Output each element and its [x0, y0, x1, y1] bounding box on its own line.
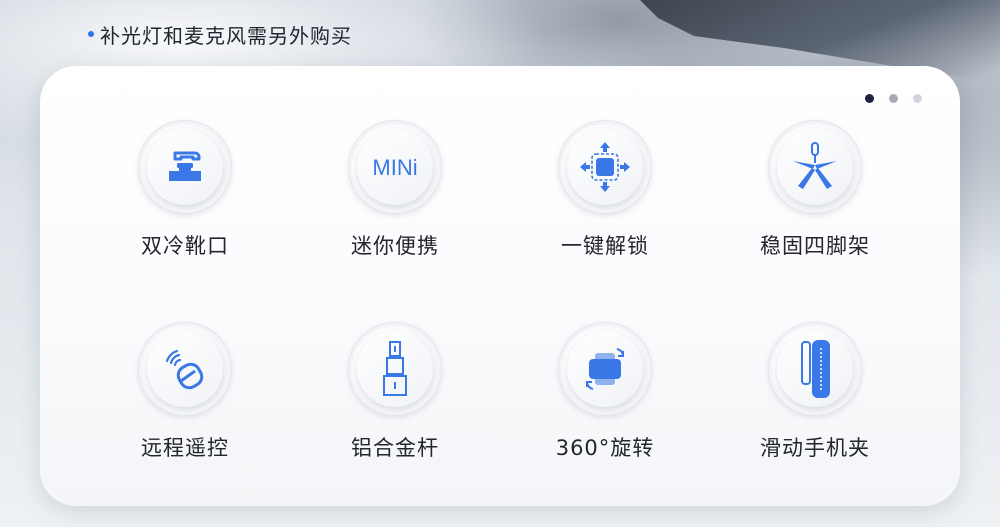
aluminum-pole-icon — [383, 341, 407, 396]
feature-label: 远程遥控 — [141, 436, 229, 460]
dual-cold-shoe-icon — [169, 151, 201, 181]
feature-label: 铝合金杆 — [351, 436, 439, 460]
feature-sliding-phone-clamp: 滑动手机夹 — [725, 322, 905, 472]
feature-label: 迷你便携 — [351, 234, 439, 258]
feature-mini-portable: MINi 迷你便携 — [305, 120, 485, 270]
remote-control-icon — [165, 349, 204, 390]
one-key-unlock-icon — [580, 142, 630, 192]
feature-aluminum-pole: 铝合金杆 — [305, 322, 485, 472]
pager-dot-1[interactable] — [865, 94, 874, 103]
purchase-note: 补光灯和麦克风需另外购买 — [88, 21, 352, 48]
mini-icon-text: MINi — [372, 155, 417, 180]
feature-stable-tripod: 稳固四脚架 — [725, 120, 905, 270]
carousel-pager — [865, 94, 922, 103]
feature-label: 双冷靴口 — [141, 234, 229, 258]
feature-label: 稳固四脚架 — [760, 234, 870, 258]
feature-label: 滑动手机夹 — [760, 436, 870, 460]
feature-label: 360°旋转 — [555, 436, 655, 460]
mini-icon: MINi — [372, 155, 417, 180]
feature-dual-cold-shoe: 双冷靴口 — [95, 120, 275, 270]
bullet-dot — [88, 31, 94, 37]
phone-clamp-icon — [801, 340, 830, 398]
feature-remote-control: 远程遥控 — [95, 322, 275, 472]
pager-dot-3[interactable] — [913, 94, 922, 103]
feature-360-rotate: 360°旋转 — [515, 322, 695, 472]
rotate-360-icon — [586, 348, 624, 390]
purchase-note-text: 补光灯和麦克风需另外购买 — [100, 23, 352, 48]
feature-label: 一键解锁 — [561, 234, 649, 258]
tripod-icon — [793, 142, 837, 189]
pager-dot-2[interactable] — [889, 94, 898, 103]
feature-card: 双冷靴口 MINi 迷你便携 一键解锁 稳固四脚架 远程遥控 铝合金杆 360°… — [40, 66, 960, 506]
feature-one-key-unlock: 一键解锁 — [515, 120, 695, 270]
